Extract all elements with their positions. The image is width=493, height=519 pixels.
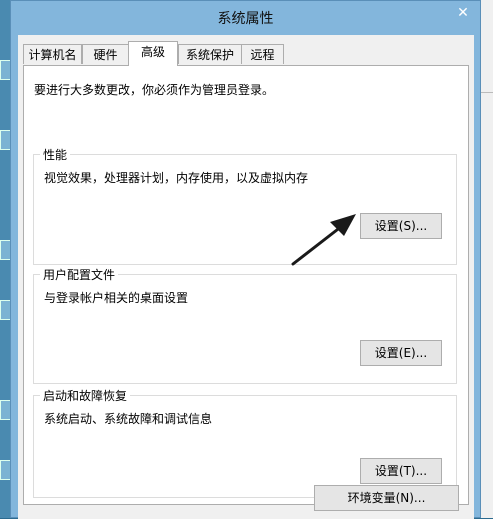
performance-description: 视觉效果，处理器计划，内存使用，以及虚拟内存 <box>44 171 309 185</box>
environment-variables-button[interactable]: 环境变量(N)... <box>314 485 459 511</box>
startup-recovery-group: 启动和故障恢复 系统启动、系统故障和调试信息 设置(T)... <box>33 387 457 498</box>
performance-group: 性能 视觉效果，处理器计划，内存使用，以及虚拟内存 设置(S)... <box>33 146 457 265</box>
admin-notice: 要进行大多数更改，你必须作为管理员登录。 <box>34 83 275 97</box>
user-profiles-settings-button[interactable]: 设置(E)... <box>360 340 442 366</box>
tab-advanced[interactable]: 高级 <box>128 41 178 66</box>
user-profiles-description: 与登录帐户相关的桌面设置 <box>44 291 189 305</box>
performance-title: 性能 <box>40 146 71 163</box>
startup-recovery-description: 系统启动、系统故障和调试信息 <box>44 412 213 426</box>
divider <box>479 92 493 93</box>
tab-remote[interactable]: 远程 <box>241 44 284 64</box>
advanced-tab-panel: 要进行大多数更改，你必须作为管理员登录。 性能 视觉效果，处理器计划，内存使用，… <box>23 65 469 505</box>
tab-computer-name[interactable]: 计算机名 <box>23 44 82 64</box>
tab-hardware[interactable]: 硬件 <box>82 44 129 64</box>
close-icon[interactable]: ✕ <box>448 1 478 25</box>
title-bar[interactable]: 系统属性 ✕ <box>11 1 480 35</box>
startup-recovery-settings-button[interactable]: 设置(T)... <box>360 458 442 484</box>
user-profiles-group: 用户配置文件 与登录帐户相关的桌面设置 设置(E)... <box>33 266 457 384</box>
system-properties-dialog: 系统属性 ✕ 计算机名 硬件 高级 系统保护 远程 要进行大多数更改，你必须作为… <box>10 0 481 519</box>
tab-system-protection[interactable]: 系统保护 <box>178 44 242 64</box>
user-profiles-title: 用户配置文件 <box>40 266 119 283</box>
performance-settings-button[interactable]: 设置(S)... <box>360 213 442 239</box>
startup-recovery-title: 启动和故障恢复 <box>40 387 131 404</box>
dialog-client-area: 计算机名 硬件 高级 系统保护 远程 要进行大多数更改，你必须作为管理员登录。 … <box>18 35 474 519</box>
window-title: 系统属性 <box>217 11 274 27</box>
